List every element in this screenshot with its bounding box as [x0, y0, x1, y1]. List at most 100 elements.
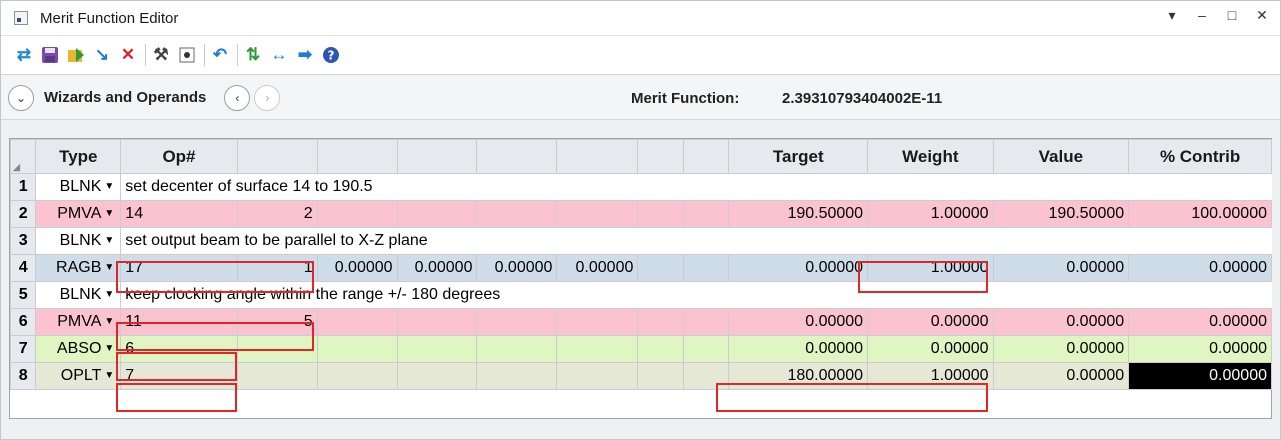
type-cell[interactable]: RAGB ▼ [35, 254, 122, 282]
optimize-icon[interactable]: ⇅ [242, 44, 264, 66]
wizards-label[interactable]: Wizards and Operands [44, 89, 206, 106]
dropdown-arrow-icon[interactable]: ▼ [104, 289, 114, 300]
scroll-icon[interactable]: ↔ [268, 44, 290, 66]
row-number[interactable]: 3 [9, 227, 37, 255]
table-row[interactable]: 3 BLNK ▼ set output beam to be parallel t… [9, 227, 1272, 255]
row-number[interactable]: 6 [9, 308, 37, 336]
param-cell[interactable]: 0.00000 [556, 254, 639, 282]
target-cell[interactable]: 0.00000 [728, 308, 869, 336]
expand-wizards-button[interactable]: ⌄ [8, 84, 34, 111]
comment-cell[interactable]: set output beam to be parallel to X-Z pl… [120, 227, 1272, 255]
param-cell[interactable] [396, 362, 478, 390]
param-cell[interactable] [556, 362, 639, 390]
go-icon[interactable]: ➡ [294, 44, 316, 66]
dropdown-arrow-icon[interactable]: ▼ [104, 370, 114, 381]
column-header-type[interactable]: Type [35, 139, 122, 174]
weight-cell[interactable]: 1.00000 [867, 200, 994, 228]
column-header-value[interactable]: Value [992, 139, 1130, 174]
next-operand-button[interactable]: › [254, 84, 281, 111]
param-cell[interactable] [637, 200, 684, 228]
column-header-p5[interactable] [637, 139, 684, 174]
param-cell[interactable] [396, 200, 478, 228]
param-cell[interactable] [316, 200, 398, 228]
column-header-p6[interactable] [682, 139, 730, 174]
minimize-icon[interactable]: – [1194, 7, 1210, 24]
param-cell[interactable] [476, 200, 558, 228]
dropdown-arrow-icon[interactable]: ▼ [104, 262, 114, 273]
maximize-icon[interactable]: □ [1224, 7, 1240, 24]
type-cell[interactable]: OPLT ▼ [35, 362, 122, 390]
row-number[interactable]: 1 [9, 173, 37, 201]
int2-cell[interactable]: 2 [236, 200, 318, 228]
type-cell[interactable]: PMVA ▼ [35, 200, 122, 228]
chevron-down-icon[interactable]: ▾ [1164, 7, 1180, 24]
param-cell[interactable] [637, 308, 684, 336]
help-icon[interactable]: ? [320, 44, 342, 66]
column-header-p2[interactable] [396, 139, 478, 174]
type-cell[interactable]: ABSO ▼ [35, 335, 122, 363]
type-cell[interactable]: BLNK ▼ [35, 227, 122, 255]
column-header-weight[interactable]: Weight [867, 139, 994, 174]
column-header-target[interactable]: Target [728, 139, 869, 174]
param-cell[interactable] [556, 335, 639, 363]
dropdown-arrow-icon[interactable]: ▼ [104, 208, 114, 219]
weight-cell[interactable]: 0.00000 [867, 308, 994, 336]
type-cell[interactable]: BLNK ▼ [35, 281, 122, 309]
target-cell[interactable]: 0.00000 [728, 335, 869, 363]
column-header-contrib[interactable]: % Contrib [1128, 139, 1272, 174]
table-row[interactable]: 2 PMVA ▼ 14 2 190.50000 1.00000 190.50000… [9, 200, 1272, 228]
param-cell[interactable] [316, 362, 398, 390]
param-cell[interactable] [682, 335, 730, 363]
param-cell[interactable] [682, 308, 730, 336]
target-cell[interactable]: 190.50000 [728, 200, 869, 228]
refresh-icon[interactable]: ⇄ [13, 44, 35, 66]
column-header-p1[interactable] [316, 139, 398, 174]
param-cell[interactable] [682, 200, 730, 228]
dropdown-arrow-icon[interactable]: ▼ [104, 316, 114, 327]
save-icon[interactable] [39, 44, 61, 66]
param-cell[interactable] [396, 335, 478, 363]
int2-cell[interactable] [236, 362, 318, 390]
delete-icon[interactable]: ✕ [117, 44, 139, 66]
column-header-int2[interactable] [236, 139, 318, 174]
column-header-op[interactable]: Op# [120, 139, 238, 174]
param-cell[interactable] [476, 308, 558, 336]
weight-cell[interactable]: 0.00000 [867, 335, 994, 363]
param-cell[interactable] [556, 200, 639, 228]
row-number[interactable]: 8 [9, 362, 37, 390]
param-cell[interactable] [316, 308, 398, 336]
param-cell[interactable] [476, 335, 558, 363]
row-number[interactable]: 2 [9, 200, 37, 228]
undo-icon[interactable]: ↶ [209, 44, 231, 66]
row-number[interactable]: 4 [9, 254, 37, 282]
param-cell[interactable] [476, 362, 558, 390]
insert-icon[interactable]: ↘ [91, 44, 113, 66]
dropdown-arrow-icon[interactable]: ▼ [104, 181, 114, 192]
param-cell[interactable] [556, 308, 639, 336]
param-cell[interactable] [637, 335, 684, 363]
column-header-p3[interactable] [476, 139, 558, 174]
type-cell[interactable]: BLNK ▼ [35, 173, 122, 201]
param-cell[interactable] [637, 362, 684, 390]
op-cell[interactable]: 14 [120, 200, 238, 228]
type-cell[interactable]: PMVA ▼ [35, 308, 122, 336]
param-cell[interactable] [316, 335, 398, 363]
param-cell[interactable] [396, 308, 478, 336]
dropdown-arrow-icon[interactable]: ▼ [104, 235, 114, 246]
wizard-icon[interactable]: ⚒ [150, 44, 172, 66]
column-header-p4[interactable] [556, 139, 639, 174]
close-icon[interactable]: ✕ [1254, 7, 1270, 24]
param-cell[interactable] [682, 254, 730, 282]
dropdown-arrow-icon[interactable]: ▼ [104, 343, 114, 354]
comment-cell[interactable]: set decenter of surface 14 to 190.5 [120, 173, 1272, 201]
load-icon[interactable] [65, 44, 87, 66]
table-row[interactable]: 1 BLNK ▼ set decenter of surface 14 to 19… [9, 173, 1272, 201]
prev-operand-button[interactable]: ‹ [224, 84, 251, 111]
param-cell[interactable] [637, 254, 684, 282]
row-number[interactable]: 7 [9, 335, 37, 363]
options-icon[interactable] [176, 44, 198, 66]
select-all-corner[interactable]: ◢ [9, 139, 37, 174]
row-number[interactable]: 5 [9, 281, 37, 309]
param-cell[interactable]: 0.00000 [396, 254, 478, 282]
param-cell[interactable]: 0.00000 [476, 254, 558, 282]
